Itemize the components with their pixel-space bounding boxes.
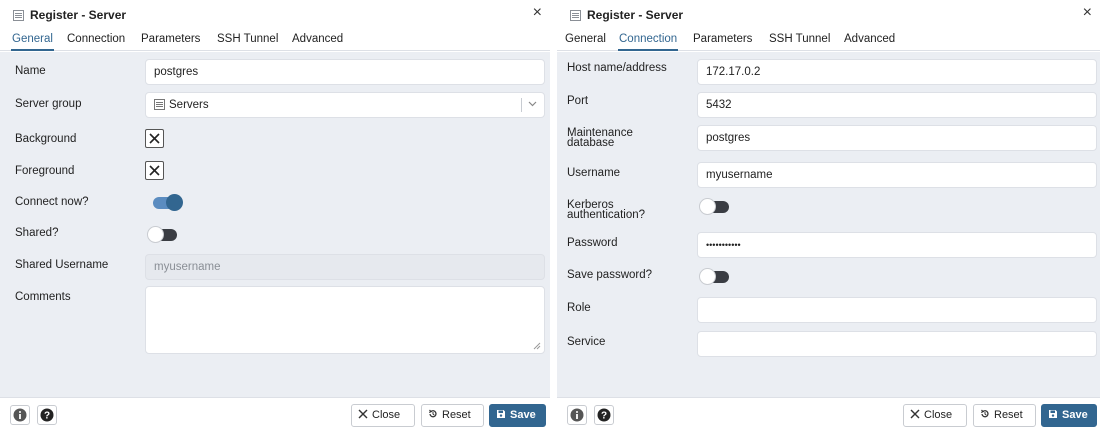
shared-label: Shared? bbox=[15, 227, 59, 239]
reset-icon bbox=[428, 409, 437, 418]
svg-text:?: ? bbox=[601, 411, 607, 422]
tab-ssh-tunnel[interactable]: SSH Tunnel bbox=[217, 33, 278, 45]
reset-button-label: Reset bbox=[442, 409, 471, 421]
dialog-footer: ? Close Reset Save bbox=[0, 397, 550, 429]
close-icon bbox=[910, 409, 920, 419]
kerberos-toggle[interactable] bbox=[699, 198, 729, 215]
dialog-body: Name postgres Server group Servers Backg… bbox=[0, 52, 550, 397]
background-color-picker[interactable] bbox=[145, 129, 164, 148]
tab-connection[interactable]: Connection bbox=[67, 33, 125, 45]
toggle-knob bbox=[699, 198, 716, 215]
dialog-title: Register - Server bbox=[587, 8, 684, 22]
help-button[interactable]: ? bbox=[37, 405, 57, 425]
name-label: Name bbox=[15, 65, 46, 77]
close-icon bbox=[358, 409, 368, 419]
info-button[interactable] bbox=[567, 405, 587, 425]
close-button-label: Close bbox=[372, 409, 401, 421]
toggle-knob bbox=[147, 226, 164, 243]
host-label: Host name/address bbox=[567, 62, 667, 74]
server-group-label: Server group bbox=[15, 98, 82, 110]
connect-now-label: Connect now? bbox=[15, 196, 89, 208]
dialog-tabs: General Connection Parameters SSH Tunnel… bbox=[557, 30, 1100, 51]
server-group-select[interactable]: Servers bbox=[145, 92, 545, 118]
dialog-titlebar: Register - Server × bbox=[0, 0, 550, 30]
info-icon bbox=[13, 408, 27, 422]
comments-label: Comments bbox=[15, 291, 71, 303]
toggle-knob bbox=[699, 268, 716, 285]
maintenance-db-input[interactable]: postgres bbox=[697, 125, 1097, 151]
service-label: Service bbox=[567, 336, 606, 348]
server-group-icon bbox=[154, 99, 165, 111]
password-label: Password bbox=[567, 237, 618, 249]
server-icon bbox=[570, 10, 581, 21]
close-icon[interactable]: × bbox=[533, 5, 542, 21]
role-input[interactable] bbox=[697, 297, 1097, 323]
save-icon bbox=[1049, 410, 1057, 419]
save-button-label: Save bbox=[1062, 409, 1088, 421]
save-button[interactable]: Save bbox=[1041, 404, 1097, 427]
reset-button[interactable]: Reset bbox=[973, 404, 1036, 427]
foreground-label: Foreground bbox=[15, 165, 75, 177]
kerberos-label-line2: authentication? bbox=[567, 209, 646, 221]
dialog-footer: ? Close Reset Save bbox=[557, 397, 1100, 429]
role-label: Role bbox=[567, 302, 591, 314]
tab-general[interactable]: General bbox=[11, 33, 54, 51]
password-input[interactable]: ••••••••••• bbox=[697, 232, 1097, 258]
service-input[interactable] bbox=[697, 331, 1097, 357]
chevron-down-icon[interactable] bbox=[528, 99, 537, 108]
tab-parameters[interactable]: Parameters bbox=[693, 33, 752, 45]
dialog-tabs: General Connection Parameters SSH Tunnel… bbox=[0, 30, 550, 51]
host-input[interactable]: 172.17.0.2 bbox=[697, 59, 1097, 85]
close-button[interactable]: Close bbox=[903, 404, 967, 427]
tab-parameters[interactable]: Parameters bbox=[141, 33, 200, 45]
save-password-toggle[interactable] bbox=[699, 268, 729, 285]
shared-toggle[interactable] bbox=[147, 226, 177, 243]
help-button[interactable]: ? bbox=[594, 405, 614, 425]
resize-grip-icon[interactable] bbox=[533, 342, 541, 350]
info-button[interactable] bbox=[10, 405, 30, 425]
tab-connection[interactable]: Connection bbox=[617, 33, 679, 51]
close-button-label: Close bbox=[924, 409, 953, 421]
foreground-color-picker[interactable] bbox=[145, 161, 164, 180]
close-button[interactable]: Close bbox=[351, 404, 415, 427]
x-mark-icon bbox=[149, 133, 160, 144]
info-icon bbox=[570, 408, 584, 422]
dialog-titlebar: Register - Server × bbox=[557, 0, 1100, 30]
help-icon: ? bbox=[40, 408, 54, 422]
name-input[interactable]: postgres bbox=[145, 59, 545, 85]
register-server-dialog-connection: Register - Server × General Connection P… bbox=[557, 0, 1100, 429]
tab-advanced[interactable]: Advanced bbox=[844, 33, 895, 45]
maintenance-db-label-line2: database bbox=[567, 137, 615, 149]
port-label: Port bbox=[567, 95, 589, 107]
toggle-knob bbox=[166, 194, 183, 211]
save-icon bbox=[497, 410, 505, 419]
dialog-body: Host name/address 172.17.0.2 Port 5432 M… bbox=[557, 52, 1100, 397]
close-icon[interactable]: × bbox=[1083, 5, 1092, 21]
reset-button-label: Reset bbox=[994, 409, 1023, 421]
select-separator bbox=[521, 98, 522, 112]
username-input[interactable]: myusername bbox=[697, 162, 1097, 188]
username-label: Username bbox=[567, 167, 621, 179]
shared-username-input: myusername bbox=[145, 254, 545, 280]
tab-ssh-tunnel[interactable]: SSH Tunnel bbox=[769, 33, 830, 45]
x-mark-icon bbox=[149, 165, 160, 176]
background-label: Background bbox=[15, 133, 77, 145]
save-button-label: Save bbox=[510, 409, 536, 421]
comments-textarea[interactable] bbox=[145, 286, 545, 354]
shared-username-label: Shared Username bbox=[15, 259, 109, 271]
connect-now-toggle[interactable] bbox=[153, 194, 183, 211]
register-server-dialog-general: Register - Server × General Connection P… bbox=[0, 0, 550, 429]
tab-advanced[interactable]: Advanced bbox=[292, 33, 343, 45]
help-icon: ? bbox=[597, 408, 611, 422]
port-input[interactable]: 5432 bbox=[697, 92, 1097, 118]
server-icon bbox=[13, 10, 24, 21]
svg-text:?: ? bbox=[44, 411, 50, 422]
tab-general[interactable]: General bbox=[565, 33, 606, 45]
reset-button[interactable]: Reset bbox=[421, 404, 484, 427]
dialog-title: Register - Server bbox=[30, 8, 127, 22]
save-button[interactable]: Save bbox=[489, 404, 546, 427]
reset-icon bbox=[980, 409, 989, 418]
server-group-value: Servers bbox=[169, 99, 209, 111]
save-password-label: Save password? bbox=[567, 269, 653, 281]
